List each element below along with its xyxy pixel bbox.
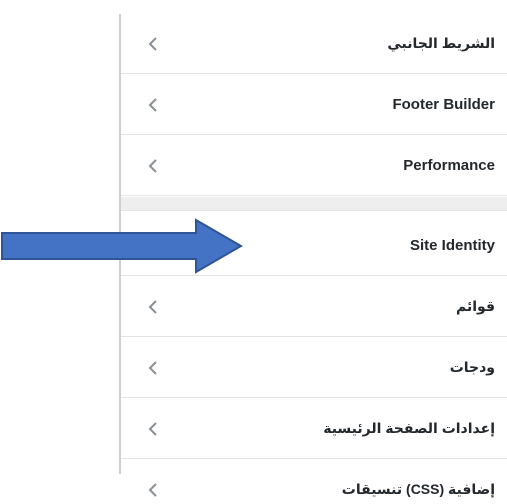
section-additional-css[interactable]: تنسيقات (CSS) إضافية bbox=[121, 460, 507, 504]
section-label: Site Identity bbox=[409, 237, 495, 254]
section-label: قوائم bbox=[456, 298, 495, 314]
section-label: Footer Builder bbox=[392, 96, 495, 113]
section-label: الشريط الجانبي bbox=[387, 35, 495, 51]
customizer-screenshot: الشريط الجانبي Footer Builder Performanc… bbox=[0, 0, 507, 504]
arrow-right-icon bbox=[0, 218, 245, 274]
section-label: Performance bbox=[403, 157, 495, 174]
section-group-separator bbox=[121, 197, 507, 211]
section-menus[interactable]: قوائم bbox=[121, 277, 507, 337]
chevron-left-icon bbox=[146, 480, 160, 500]
section-sidebar[interactable]: الشريط الجانبي bbox=[121, 14, 507, 74]
section-label: ودجات bbox=[449, 359, 495, 375]
chevron-left-icon bbox=[146, 95, 160, 115]
section-label: إعدادات الصفحة الرئيسية bbox=[323, 420, 495, 436]
section-homepage-settings[interactable]: إعدادات الصفحة الرئيسية bbox=[121, 399, 507, 459]
section-footer-builder[interactable]: Footer Builder bbox=[121, 75, 507, 135]
chevron-left-icon bbox=[146, 297, 160, 317]
section-widgets[interactable]: ودجات bbox=[121, 338, 507, 398]
chevron-left-icon bbox=[146, 358, 160, 378]
chevron-left-icon bbox=[146, 156, 160, 176]
section-performance[interactable]: Performance bbox=[121, 136, 507, 196]
chevron-left-icon bbox=[146, 419, 160, 439]
chevron-left-icon bbox=[146, 34, 160, 54]
section-label: تنسيقات (CSS) إضافية bbox=[341, 481, 495, 497]
